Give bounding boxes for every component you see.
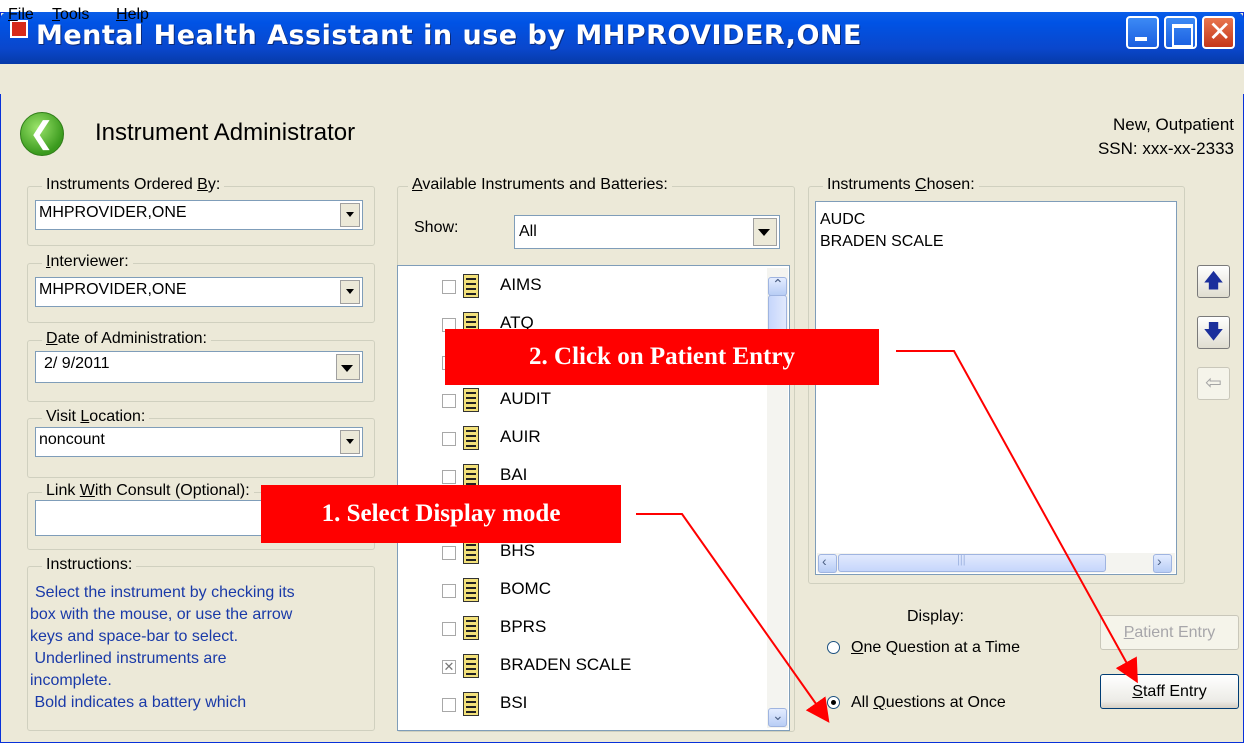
chevron-left-icon: ‹ <box>822 553 827 569</box>
minimize-button[interactable] <box>1126 16 1159 49</box>
arrow-left-icon: ⇦ <box>1205 372 1222 394</box>
close-button[interactable]: ✕ <box>1202 16 1235 49</box>
instrument-document-icon <box>463 274 479 298</box>
item-checkbox[interactable] <box>442 394 456 408</box>
item-checkbox[interactable] <box>442 584 456 598</box>
instrument-name: BOMC <box>500 579 551 598</box>
menu-bar <box>0 64 1244 94</box>
date-picker[interactable]: 2/ 9/2011 <box>35 351 363 383</box>
ordered-by-select[interactable]: MHPROVIDER,ONE <box>35 200 363 230</box>
instrument-name: BAI <box>500 465 528 484</box>
ordered-by-label: Instruments Ordered By: <box>42 176 225 194</box>
staff-entry-button[interactable]: Staff Entry <box>1100 674 1239 709</box>
show-filter-select[interactable]: All <box>514 215 780 249</box>
instructions-label: Instructions: <box>42 556 137 574</box>
move-up-button[interactable]: 🡅 <box>1197 265 1230 298</box>
one-question-radio[interactable] <box>827 641 840 654</box>
chevron-down-icon: ⌄ <box>772 707 784 723</box>
menu-tools[interactable]: Tools <box>52 6 89 24</box>
move-down-button[interactable]: 🡇 <box>1197 316 1230 349</box>
instrument-name: AUIR <box>500 427 541 446</box>
scroll-down-button[interactable]: ⌄ <box>768 707 787 727</box>
available-label: Available Instruments and Batteries: <box>408 176 672 194</box>
instrument-name: AUDIT <box>500 389 551 408</box>
chosen-item[interactable]: AUDC <box>820 211 865 229</box>
chosen-instruments-list[interactable]: AUDC BRADEN SCALE <box>815 201 1177 575</box>
instrument-document-icon <box>463 692 479 716</box>
instrument-document-icon <box>463 616 479 640</box>
show-label: Show: <box>414 219 459 236</box>
item-checkbox[interactable] <box>442 280 456 294</box>
arrow-down-icon: 🡇 <box>1203 321 1224 343</box>
instructions-text: Select the instrument by checking its bo… <box>30 584 295 711</box>
menu-file[interactable]: File <box>8 6 34 24</box>
menu-help[interactable]: Help <box>116 6 149 24</box>
instrument-document-icon <box>463 540 479 564</box>
instrument-document-icon <box>463 578 479 602</box>
all-questions-label[interactable]: All Questions at Once <box>851 694 1006 712</box>
interviewer-label: Interviewer: <box>42 253 133 271</box>
chosen-item[interactable]: BRADEN SCALE <box>820 233 944 251</box>
item-checkbox[interactable] <box>442 470 456 484</box>
instrument-name: BHS <box>500 541 535 560</box>
chevron-down-icon[interactable] <box>753 218 777 246</box>
all-questions-radio[interactable] <box>827 696 840 709</box>
grip-icon: ||| <box>957 554 966 566</box>
scroll-left-button[interactable]: ‹ <box>818 553 837 573</box>
patient-name: New, Outpatient <box>1113 115 1234 134</box>
patient-ssn: SSN: xxx-xx-2333 <box>1097 139 1234 158</box>
item-checkbox[interactable] <box>442 698 456 712</box>
scroll-right-button[interactable]: › <box>1153 553 1172 573</box>
instrument-name: BSI <box>500 693 528 712</box>
instrument-document-icon <box>463 426 479 450</box>
display-label: Display: <box>907 608 964 625</box>
chevron-down-icon[interactable] <box>340 203 360 227</box>
patient-entry-button[interactable]: Patient Entry <box>1100 615 1239 650</box>
page-title: Instrument Administrator <box>95 119 356 146</box>
instrument-name: BRADEN SCALE <box>500 655 632 674</box>
instrument-name: BPRS <box>500 617 547 636</box>
date-label: Date of Administration: <box>42 330 211 348</box>
one-question-label[interactable]: One Question at a Time <box>851 639 1020 657</box>
chevron-up-icon: ⌃ <box>772 276 784 292</box>
window-title: Mental Health Assistant in use by MHPROV… <box>36 20 862 51</box>
chevron-down-icon[interactable] <box>340 430 360 454</box>
item-checkbox[interactable]: ✕ <box>442 660 456 674</box>
chevron-down-icon[interactable] <box>336 354 360 380</box>
chosen-label: Instruments Chosen: <box>823 176 979 194</box>
consult-label: Link With Consult (Optional): <box>42 482 254 500</box>
instrument-document-icon <box>463 654 479 678</box>
chevron-down-icon[interactable] <box>340 280 360 304</box>
interviewer-select[interactable]: MHPROVIDER,ONE <box>35 277 363 307</box>
scroll-up-button[interactable]: ⌃ <box>768 276 787 296</box>
close-icon: ✕ <box>1208 16 1232 47</box>
annotation-step-2: 2. Click on Patient Entry <box>445 329 879 385</box>
instrument-name: AIMS <box>500 275 542 294</box>
instrument-document-icon <box>463 388 479 412</box>
item-checkbox[interactable] <box>442 546 456 560</box>
maximize-button[interactable] <box>1164 16 1197 49</box>
top-strip <box>0 0 1244 12</box>
item-checkbox[interactable] <box>442 432 456 446</box>
horizontal-scroll-thumb[interactable]: ||| <box>838 554 1106 572</box>
arrow-up-icon: 🡅 <box>1203 270 1224 292</box>
visit-location-label: Visit Location: <box>42 408 150 426</box>
remove-button[interactable]: ⇦ <box>1197 367 1230 400</box>
item-checkbox[interactable] <box>442 622 456 636</box>
back-arrow-icon[interactable]: ❮ <box>20 112 64 156</box>
visit-location-select[interactable]: noncount <box>35 427 363 457</box>
annotation-step-1: 1. Select Display mode <box>261 485 621 543</box>
chevron-right-icon: › <box>1157 553 1162 569</box>
